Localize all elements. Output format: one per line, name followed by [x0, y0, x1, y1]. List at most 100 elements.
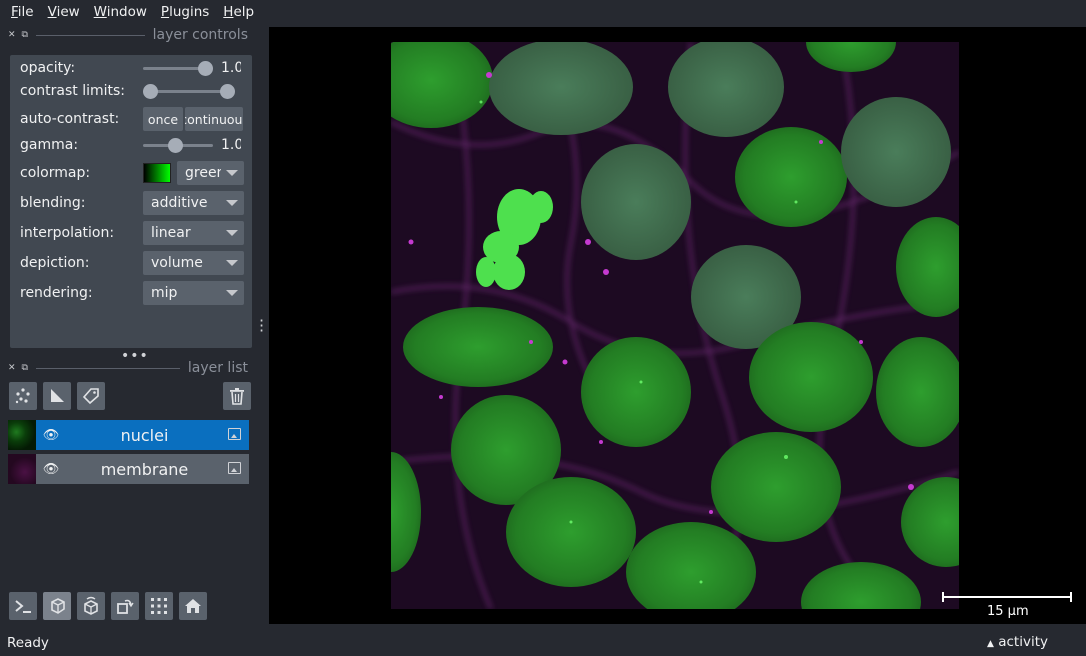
depiction-value: volume: [151, 255, 203, 271]
contrast-limits-label: contrast limits:: [20, 83, 125, 99]
menu-window-mnemonic: W: [93, 4, 107, 20]
vertical-splitter-handle[interactable]: · · ·: [259, 313, 264, 339]
layer-row-nuclei[interactable]: 👁 nuclei: [8, 420, 249, 450]
ndisplay-button[interactable]: [43, 592, 71, 620]
opacity-row: opacity: 1.0: [20, 58, 252, 78]
grid-view-button[interactable]: [145, 592, 173, 620]
scale-bar-label: 15 µm: [987, 604, 1029, 619]
menu-plugins[interactable]: Plugins: [154, 4, 216, 20]
menu-help-mnemonic: H: [223, 4, 234, 20]
activity-label: activity: [998, 634, 1048, 650]
menu-help[interactable]: Help: [216, 4, 261, 20]
dock-buttons: ✕ ⧉: [8, 30, 28, 40]
microscopy-image-render: [391, 42, 959, 609]
menu-plugins-mnemonic: P: [160, 4, 170, 20]
colormap-dropdown[interactable]: green: [177, 161, 244, 185]
scale-bar: [942, 592, 1072, 602]
status-bar: Ready: [0, 630, 1086, 656]
layer-row-body-membrane[interactable]: 👁 membrane: [36, 454, 249, 484]
shapes-icon: [51, 389, 64, 402]
close-dock-icon[interactable]: ✕: [8, 363, 16, 373]
contrast-limits-track: [151, 90, 227, 93]
gamma-slider[interactable]: [143, 135, 213, 155]
console-icon: [15, 600, 31, 613]
blending-row: blending: additive: [20, 191, 252, 215]
auto-contrast-continuous-label: continuous: [185, 111, 243, 127]
points-icon: [15, 388, 30, 404]
rendering-row: rendering: mip: [20, 281, 252, 305]
menu-view-mnemonic: V: [47, 4, 57, 20]
console-button[interactable]: [9, 592, 37, 620]
grid-icon: [151, 598, 167, 614]
home-button[interactable]: [179, 592, 207, 620]
contrast-limits-max-handle[interactable]: [220, 84, 235, 99]
roll-dims-button[interactable]: [77, 592, 105, 620]
layer-controls-titlebar: ✕ ⧉ layer controls: [8, 27, 248, 43]
colormap-label: colormap:: [20, 165, 91, 181]
layer-controls-panel: opacity: 1.0 contrast limits: auto-contr…: [10, 55, 252, 348]
eye-icon[interactable]: 👁: [36, 462, 66, 477]
chevron-up-icon: ▲: [987, 639, 994, 649]
gamma-row: gamma: 1.0: [20, 135, 252, 155]
contrast-limits-slider[interactable]: [143, 81, 235, 101]
menu-bar: File View Window Plugins Help: [0, 0, 1086, 24]
opacity-slider[interactable]: [143, 58, 213, 78]
auto-contrast-row: auto-contrast: once continuous: [20, 107, 252, 131]
auto-contrast-once-button[interactable]: once: [143, 107, 183, 131]
menu-view[interactable]: View: [41, 4, 87, 20]
menu-file[interactable]: File: [4, 4, 41, 20]
layer-thumbnail-nuclei: [8, 420, 36, 450]
menu-help-rest: elp: [233, 4, 255, 20]
gamma-slider-handle[interactable]: [168, 138, 183, 153]
float-dock-icon[interactable]: ⧉: [22, 30, 28, 40]
opacity-slider-handle[interactable]: [198, 61, 213, 76]
colormap-value: green: [185, 165, 221, 181]
rendering-dropdown[interactable]: mip: [143, 281, 244, 305]
auto-contrast-continuous-button[interactable]: continuous: [185, 107, 243, 131]
delete-layer-button[interactable]: [223, 382, 251, 410]
close-dock-icon[interactable]: ✕: [8, 30, 16, 40]
layer-name-membrane[interactable]: membrane: [66, 460, 249, 479]
menu-plugins-rest: lugins: [169, 4, 210, 20]
label-tag-icon: [82, 388, 99, 405]
depiction-label: depiction:: [20, 255, 90, 271]
gamma-value: 1.0: [221, 137, 241, 153]
depiction-dropdown[interactable]: volume: [143, 251, 244, 275]
transpose-icon: [117, 599, 134, 614]
new-shapes-layer-button[interactable]: [43, 382, 71, 410]
menu-file-mnemonic: F: [11, 4, 18, 20]
opacity-label: opacity:: [20, 60, 76, 76]
home-icon: [185, 599, 201, 613]
chevron-down-icon: [226, 230, 238, 236]
chevron-down-icon: [226, 260, 238, 266]
trash-icon: [230, 388, 244, 405]
contrast-limits-row: contrast limits:: [20, 81, 252, 101]
contrast-limits-min-handle[interactable]: [143, 84, 158, 99]
interpolation-dropdown[interactable]: linear: [143, 221, 244, 245]
menu-view-rest: iew: [56, 4, 80, 20]
layer-controls-title: layer controls: [152, 27, 248, 43]
float-dock-icon[interactable]: ⧉: [22, 363, 28, 373]
transpose-dims-button[interactable]: [111, 592, 139, 620]
menu-window[interactable]: Window: [87, 4, 154, 20]
layer-list-title: layer list: [187, 360, 248, 376]
opacity-value: 1.0: [221, 60, 241, 76]
dock-divider: [35, 34, 145, 36]
menu-window-rest: indow: [106, 4, 147, 20]
dock-divider: [35, 367, 180, 369]
layer-row-membrane[interactable]: 👁 membrane: [8, 454, 249, 484]
blending-value: additive: [151, 195, 208, 211]
viewer-canvas[interactable]: 15 µm: [269, 27, 1086, 624]
new-points-layer-button[interactable]: [9, 382, 37, 410]
layer-row-body-nuclei[interactable]: 👁 nuclei: [36, 420, 249, 450]
layer-list-titlebar: ✕ ⧉ layer list: [8, 360, 248, 376]
activity-button[interactable]: ▲ activity: [987, 634, 1048, 650]
blending-dropdown[interactable]: additive: [143, 191, 244, 215]
eye-icon[interactable]: 👁: [36, 428, 66, 443]
dock-buttons: ✕ ⧉: [8, 363, 28, 373]
image-layer-icon: [228, 428, 241, 440]
layer-name-nuclei[interactable]: nuclei: [66, 426, 249, 445]
rendering-value: mip: [151, 285, 178, 301]
colormap-row: colormap: green: [20, 161, 252, 185]
new-labels-layer-button[interactable]: [77, 382, 105, 410]
